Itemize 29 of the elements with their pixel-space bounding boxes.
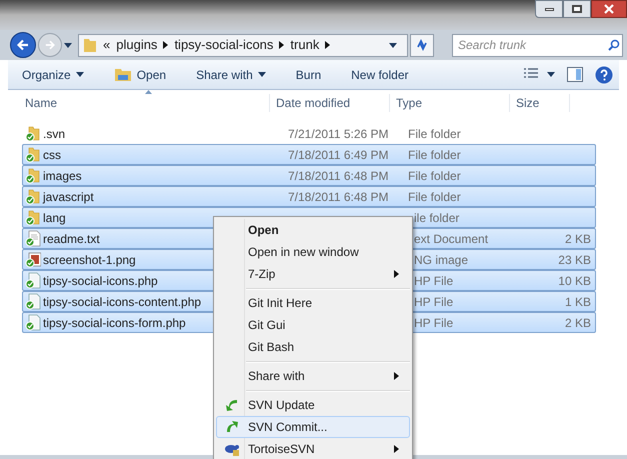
file-type: File folder bbox=[408, 190, 461, 204]
date-modified: 7/18/2011 6:48 PM bbox=[288, 190, 389, 204]
file-name: javascript bbox=[43, 188, 94, 206]
file-type: HP File bbox=[414, 294, 454, 308]
file-size: 2 KB bbox=[564, 316, 591, 330]
file-type: HP File bbox=[414, 274, 454, 288]
file-name: .svn bbox=[43, 126, 66, 142]
date-modified: 7/18/2011 6:49 PM bbox=[288, 148, 389, 162]
file-size: 23 KB bbox=[558, 252, 591, 266]
file-type: HP File bbox=[414, 316, 454, 330]
file-name: tipsy-social-icons.php bbox=[43, 272, 158, 290]
file-type: File folder bbox=[408, 168, 461, 182]
file-size: 1 KB bbox=[564, 294, 591, 308]
file-name: tipsy-social-icons-form.php bbox=[43, 314, 186, 332]
file-type: ext Document bbox=[414, 232, 488, 246]
file-type: File folder bbox=[408, 126, 461, 140]
file-name: lang bbox=[43, 210, 66, 226]
file-type: File folder bbox=[408, 148, 461, 162]
file-name: css bbox=[43, 146, 61, 164]
file-size: 10 KB bbox=[558, 274, 591, 288]
file-name: readme.txt bbox=[43, 230, 100, 248]
file-name: images bbox=[43, 168, 82, 184]
file-type: NG image bbox=[414, 252, 468, 266]
file-name: tipsy-social-icons-content.php bbox=[43, 294, 202, 310]
file-size: 2 KB bbox=[564, 232, 591, 246]
date-modified: 7/21/2011 5:26 PM bbox=[288, 126, 389, 140]
file-type: ile folder bbox=[414, 210, 460, 224]
date-modified: 7/18/2011 6:48 PM bbox=[288, 168, 389, 182]
file-name: screenshot-1.png bbox=[43, 252, 136, 268]
